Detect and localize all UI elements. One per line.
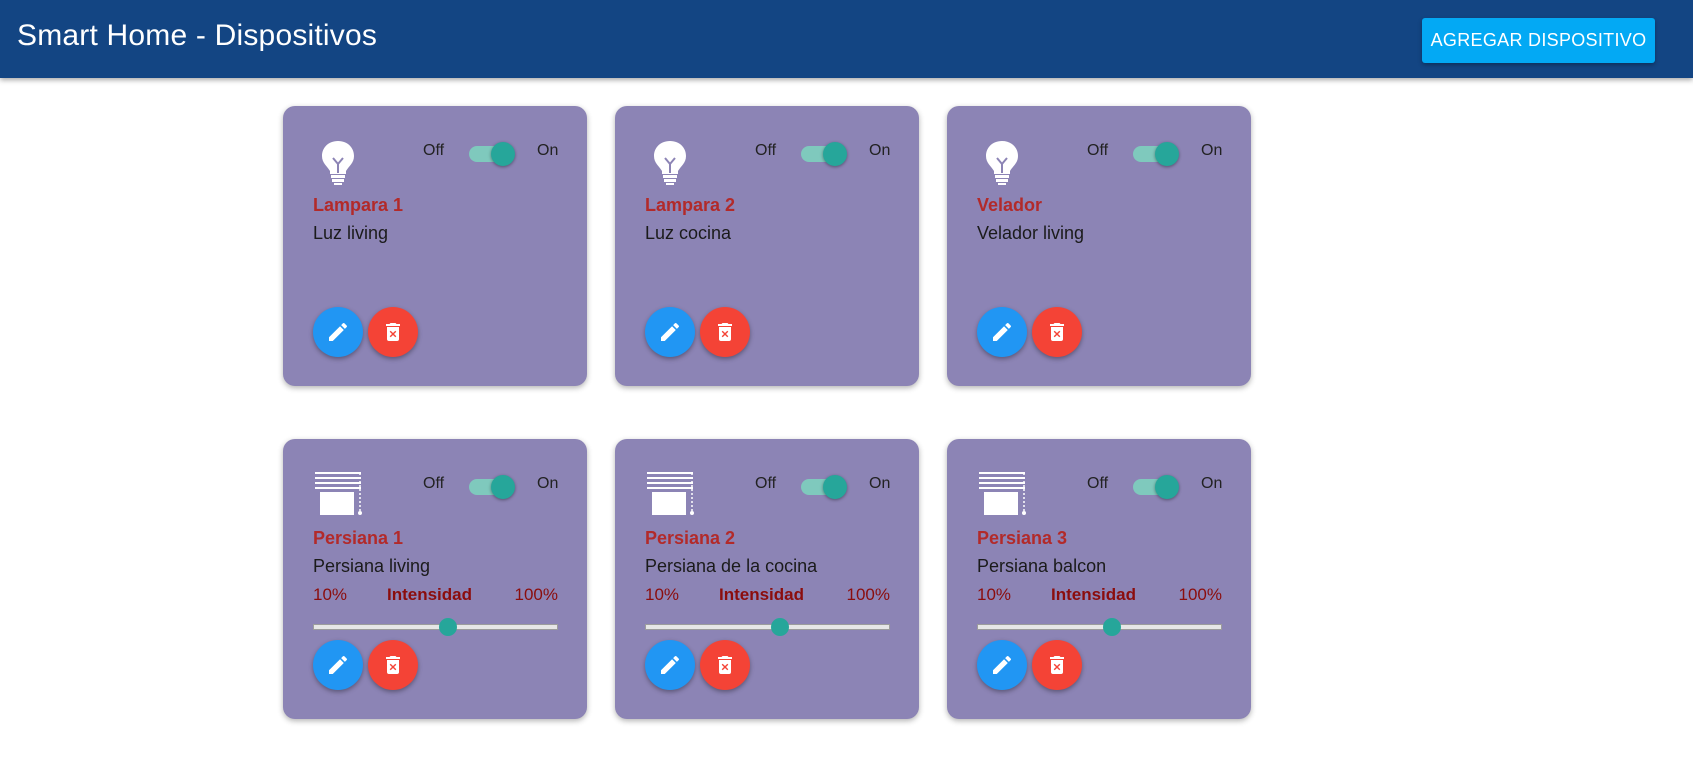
edit-button[interactable] (977, 307, 1027, 357)
power-switch[interactable] (467, 474, 515, 500)
device-card: Off On Persiana 2 Persiana de la cocina … (615, 439, 919, 719)
switch-thumb (823, 475, 847, 499)
app-bar: Smart Home - Dispositivos AGREGAR DISPOS… (0, 0, 1693, 78)
blinds-icon (313, 469, 363, 519)
slider-track (313, 624, 558, 630)
slider-thumb[interactable] (438, 618, 457, 636)
toggle-on-label: On (869, 142, 891, 159)
pencil-icon (661, 322, 680, 341)
intensity-slider[interactable] (977, 617, 1222, 637)
power-switch[interactable] (799, 141, 847, 167)
delete-button[interactable] (700, 307, 750, 357)
trash-icon (386, 656, 400, 674)
device-name: Persiana 2 (645, 528, 736, 548)
intensity-min-label: 10% (313, 585, 348, 604)
intensity-min-label: 10% (645, 585, 680, 604)
intensity-row: 10% Intensidad 100% (313, 585, 558, 607)
intensity-label: Intensidad (387, 585, 473, 604)
slider-track (645, 624, 890, 630)
toggle-on-label: On (1201, 475, 1223, 492)
switch-thumb (491, 475, 515, 499)
device-description: Persiana balcon (977, 556, 1107, 576)
power-switch[interactable] (1131, 474, 1179, 500)
intensity-slider[interactable] (313, 617, 558, 637)
intensity-slider[interactable] (645, 617, 890, 637)
device-description: Luz cocina (645, 223, 732, 243)
slider-thumb[interactable] (770, 618, 789, 636)
pencil-icon (329, 322, 348, 341)
slider-thumb[interactable] (1102, 618, 1121, 636)
device-description: Persiana living (313, 556, 431, 576)
power-switch[interactable] (467, 141, 515, 167)
blinds-icon (645, 469, 695, 519)
trash-icon (386, 323, 400, 341)
switch-thumb (823, 142, 847, 166)
intensity-label: Intensidad (719, 585, 805, 604)
toggle-off-label: Off (1087, 142, 1109, 159)
device-name: Velador (977, 195, 1043, 215)
intensity-row: 10% Intensidad 100% (645, 585, 890, 607)
delete-button[interactable] (1032, 640, 1082, 690)
lightbulb-icon (313, 136, 363, 186)
intensity-max-label: 100% (846, 585, 890, 604)
device-name: Lampara 1 (313, 195, 404, 215)
lightbulb-icon (977, 136, 1027, 186)
device-card: Off On Lampara 2 Luz cocina (615, 106, 919, 386)
trash-icon (718, 323, 732, 341)
device-description: Velador living (977, 223, 1085, 243)
toggle-off-label: Off (755, 475, 777, 492)
delete-button[interactable] (700, 640, 750, 690)
pencil-icon (661, 655, 680, 674)
toggle-off-label: Off (1087, 475, 1109, 492)
edit-button[interactable] (313, 640, 363, 690)
trash-icon (1050, 656, 1064, 674)
pencil-icon (329, 655, 348, 674)
intensity-row: 10% Intensidad 100% (977, 585, 1222, 607)
device-card: Off On Persiana 3 Persiana balcon 10% In… (947, 439, 1251, 719)
device-card: Off On Velador Velador living (947, 106, 1251, 386)
pencil-icon (993, 322, 1012, 341)
toggle-off-label: Off (755, 142, 777, 159)
trash-icon (1050, 323, 1064, 341)
edit-button[interactable] (645, 307, 695, 357)
delete-button[interactable] (368, 640, 418, 690)
edit-button[interactable] (645, 640, 695, 690)
intensity-min-label: 10% (977, 585, 1012, 604)
power-switch[interactable] (799, 474, 847, 500)
blinds-icon (977, 469, 1027, 519)
slider-track (977, 624, 1222, 630)
delete-button[interactable] (368, 307, 418, 357)
switch-thumb (1155, 475, 1179, 499)
toggle-off-label: Off (423, 475, 445, 492)
toggle-off-label: Off (423, 142, 445, 159)
toggle-on-label: On (869, 475, 891, 492)
intensity-label: Intensidad (1051, 585, 1137, 604)
lightbulb-icon (645, 136, 695, 186)
toggle-on-label: On (537, 142, 559, 159)
toggle-on-label: On (537, 475, 559, 492)
app-title: Smart Home - Dispositivos (17, 19, 378, 52)
toggle-on-label: On (1201, 142, 1223, 159)
device-description: Luz living (313, 223, 389, 243)
delete-button[interactable] (1032, 307, 1082, 357)
device-card: Off On Persiana 1 Persiana living 10% In… (283, 439, 587, 719)
intensity-max-label: 100% (514, 585, 558, 604)
pencil-icon (993, 655, 1012, 674)
trash-icon (718, 656, 732, 674)
edit-button[interactable] (977, 640, 1027, 690)
edit-button[interactable] (313, 307, 363, 357)
device-name: Lampara 2 (645, 195, 736, 215)
device-name: Persiana 3 (977, 528, 1068, 548)
device-card: Off On Lampara 1 Luz living (283, 106, 587, 386)
switch-thumb (1155, 142, 1179, 166)
device-description: Persiana de la cocina (645, 556, 818, 576)
add-device-button[interactable]: AGREGAR DISPOSITIVO (1422, 18, 1655, 63)
switch-thumb (491, 142, 515, 166)
device-name: Persiana 1 (313, 528, 404, 548)
intensity-max-label: 100% (1178, 585, 1222, 604)
power-switch[interactable] (1131, 141, 1179, 167)
